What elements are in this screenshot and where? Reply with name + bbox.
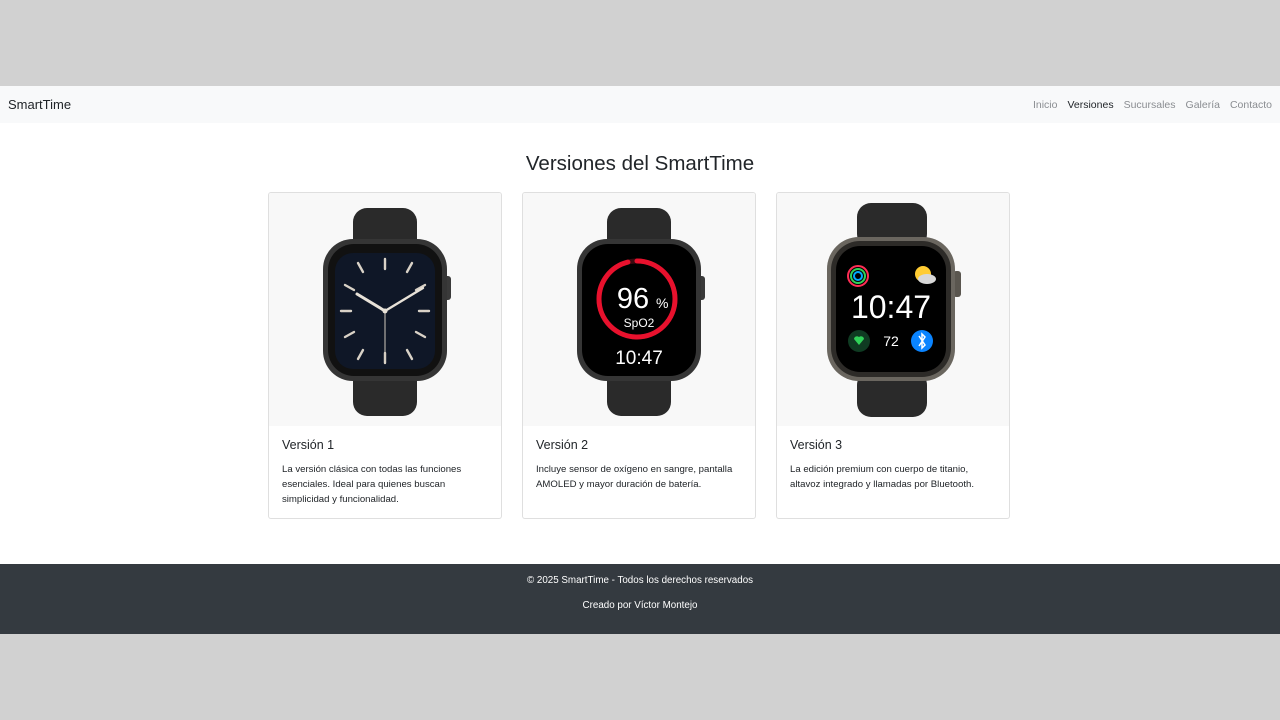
nav-link-inicio[interactable]: Inicio [1033, 99, 1058, 111]
card-text: Incluye sensor de oxígeno en sangre, pan… [536, 464, 733, 490]
card-title: Versión 1 [282, 438, 335, 452]
nav-link-contacto[interactable]: Contacto [1230, 99, 1272, 111]
version-card-1: Versión 1 La versión clásica con todas l… [268, 192, 502, 519]
footer: © 2025 SmartTime - Todos los derechos re… [0, 564, 1280, 634]
card-title: Versión 3 [790, 438, 843, 452]
watch-time: 10:47 [615, 348, 663, 369]
watch-image-v2: 96 % SpO2 10:47 [523, 193, 755, 426]
nav-link-galeria[interactable]: Galería [1186, 99, 1220, 111]
nav-link-versiones[interactable]: Versiones [1067, 99, 1113, 111]
watch-time: 10:47 [851, 289, 931, 325]
heart-rate: 72 [883, 333, 899, 349]
footer-copyright: © 2025 SmartTime - Todos los derechos re… [526, 575, 754, 586]
spo2-value: 96 [617, 283, 649, 315]
spo2-watch-face-image: 96 % SpO2 10:47 [577, 208, 705, 416]
nav-links: Inicio Versiones Sucursales Galería Cont… [1033, 99, 1272, 111]
navbar: SmartTime Inicio Versiones Sucursales Ga… [0, 86, 1280, 123]
complications-watch-face-image: 10:47 72 [827, 203, 961, 417]
nav-link-sucursales[interactable]: Sucursales [1124, 99, 1176, 111]
version-card-2: 96 % SpO2 10:47 Versión 2 Incluye sensor… [522, 192, 756, 519]
footer-credit: Creado por Víctor Montejo [582, 600, 698, 611]
version-card-3: 10:47 72 Versión 3 La edición premium co… [776, 192, 1010, 519]
watch-image-v3: 10:47 72 [777, 193, 1009, 426]
card-body: Versión 3 La edición premium con cuerpo … [777, 426, 1009, 504]
versions-section: Versiones del SmartTime Versión 1 La ver… [0, 123, 1280, 564]
card-text: La versión clásica con todas las funcion… [282, 464, 462, 505]
analog-watch-face-image [323, 208, 451, 416]
page-title: Versiones del SmartTime [525, 152, 755, 175]
card-title: Versión 2 [536, 438, 589, 452]
card-body: Versión 1 La versión clásica con todas l… [269, 426, 501, 518]
card-text: La edición premium con cuerpo de titanio… [790, 464, 974, 490]
card-body: Versión 2 Incluye sensor de oxígeno en s… [523, 426, 755, 504]
spo2-unit: % [656, 295, 668, 311]
spo2-label: SpO2 [624, 316, 655, 330]
brand-link[interactable]: SmartTime [8, 97, 71, 112]
watch-image-v1 [269, 193, 501, 426]
